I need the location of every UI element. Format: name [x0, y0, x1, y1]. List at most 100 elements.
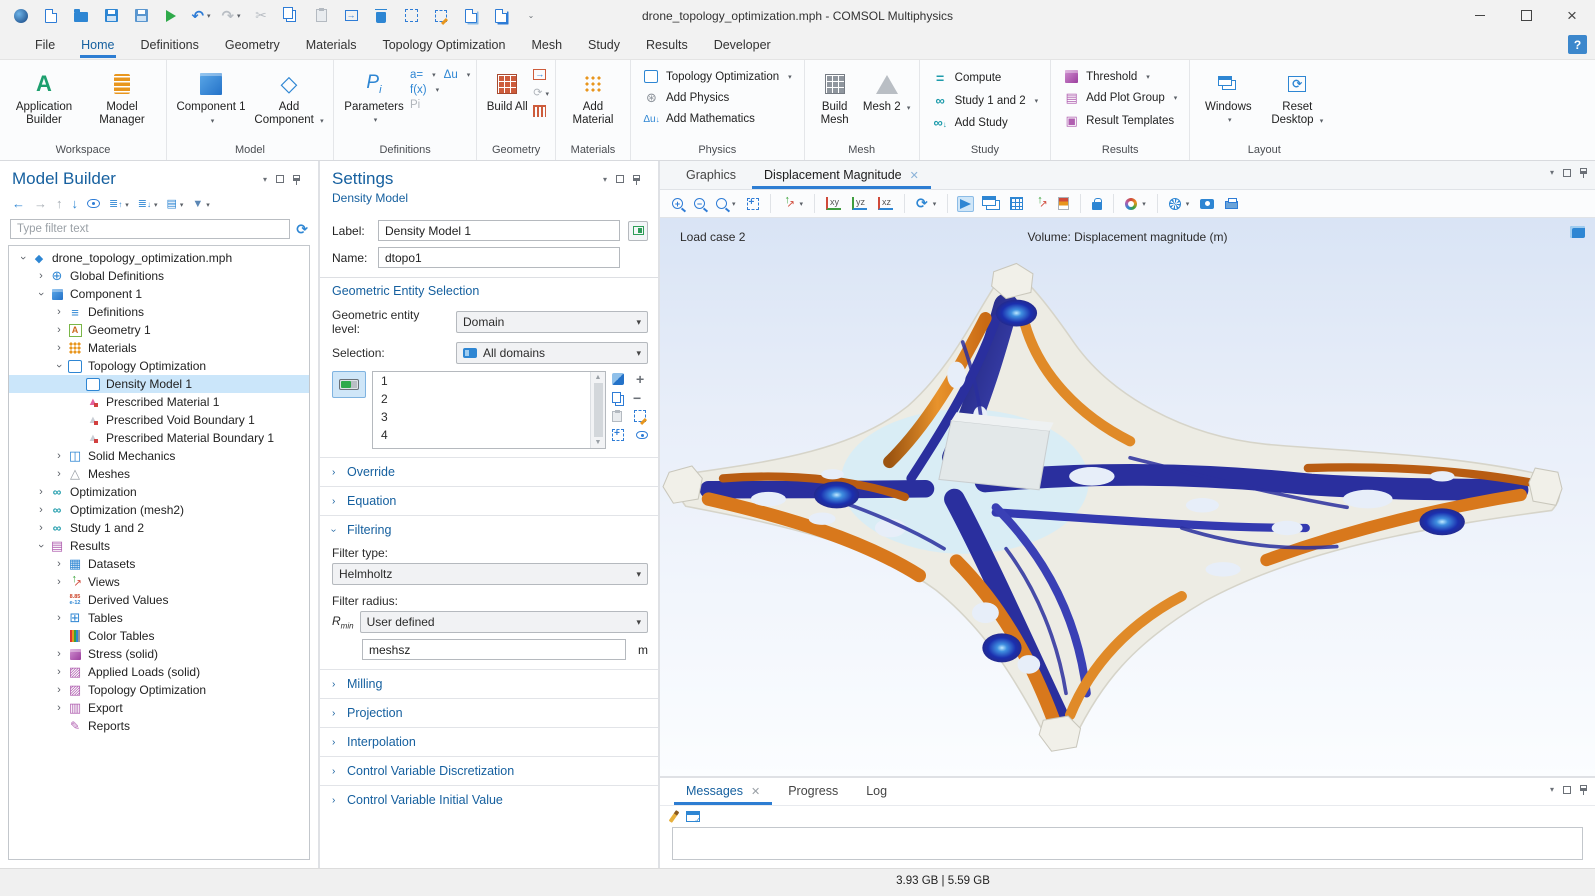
- section-equation[interactable]: Equation: [320, 486, 658, 515]
- menu-tab-study[interactable]: Study: [577, 33, 631, 58]
- reset-desktop-button[interactable]: ⟳ Reset Desktop ▾: [1262, 67, 1332, 132]
- tree-item[interactable]: Color Tables: [9, 627, 309, 645]
- tree-item[interactable]: ∞Study 1 and 2: [9, 519, 309, 537]
- view-xy-button[interactable]: xy: [824, 195, 843, 212]
- filter-type-select[interactable]: Helmholtz: [332, 563, 648, 585]
- add-mathematics-button[interactable]: Δu↓Add Mathematics: [637, 110, 761, 128]
- update-solution-button[interactable]: Δu▾: [444, 69, 471, 81]
- copy-button[interactable]: [278, 4, 304, 28]
- tree-item[interactable]: ⊞Tables: [9, 609, 309, 627]
- axis-indicator-button[interactable]: [1032, 195, 1049, 212]
- tree-item-selected[interactable]: Density Model 1: [9, 375, 309, 393]
- tree-item[interactable]: ▲Prescribed Material Boundary 1: [9, 429, 309, 447]
- section-filtering[interactable]: Filtering: [320, 515, 658, 544]
- tree-item[interactable]: ⊕Global Definitions: [9, 267, 309, 285]
- view-yz-button[interactable]: yz: [850, 195, 869, 212]
- menu-tab-file[interactable]: File: [24, 33, 66, 58]
- functions-button[interactable]: f(x)▾: [410, 84, 470, 96]
- rotate-button[interactable]: ⟳▾: [914, 193, 938, 214]
- variables-button[interactable]: a=▾: [410, 69, 436, 81]
- active-toggle-button[interactable]: [332, 371, 366, 398]
- view-xz-button[interactable]: xz: [876, 195, 895, 212]
- run-button[interactable]: [158, 4, 184, 28]
- domain-list-item[interactable]: 3: [381, 410, 582, 428]
- tree-item[interactable]: ▨Topology Optimization: [9, 681, 309, 699]
- model-tree-options-button[interactable]: ▤▾: [166, 197, 183, 210]
- geometry-insert-icon[interactable]: [533, 69, 546, 80]
- tab-displacement-magnitude[interactable]: Displacement Magnitude✕: [750, 162, 933, 189]
- snapshot-button[interactable]: [1198, 197, 1216, 211]
- graphics-pin-icon[interactable]: [1580, 168, 1587, 174]
- tab-graphics[interactable]: Graphics: [672, 162, 750, 189]
- domain-list-item[interactable]: 4: [381, 428, 582, 446]
- tree-item[interactable]: ◫Solid Mechanics: [9, 447, 309, 465]
- color-theme-button[interactable]: ▾: [1123, 196, 1148, 212]
- add-study-button[interactable]: ∞↓Add Study: [926, 112, 1014, 133]
- close-button[interactable]: [1549, 0, 1595, 31]
- section-override[interactable]: Override: [320, 457, 658, 486]
- menu-tab-developer[interactable]: Developer: [703, 33, 782, 58]
- tree-item[interactable]: ◆drone_topology_optimization.mph: [9, 249, 309, 267]
- tree-item[interactable]: ∞Optimization (mesh2): [9, 501, 309, 519]
- geometry-rebuild-button[interactable]: ⟳▾: [533, 86, 549, 99]
- model-builder-pin-icon[interactable]: [293, 175, 300, 181]
- tab-progress[interactable]: Progress: [774, 778, 852, 805]
- tree-item[interactable]: ▲Prescribed Void Boundary 1: [9, 411, 309, 429]
- tree-item[interactable]: AGeometry 1: [9, 321, 309, 339]
- clear-selection-button[interactable]: [428, 4, 454, 28]
- name-input[interactable]: [378, 247, 620, 268]
- expand-all-button[interactable]: ≣↑▾: [109, 197, 129, 210]
- select-button[interactable]: [398, 4, 424, 28]
- tree-item[interactable]: ≡Definitions: [9, 303, 309, 321]
- new-button[interactable]: [38, 4, 64, 28]
- label-input[interactable]: [378, 220, 620, 241]
- threshold-button[interactable]: Threshold▾: [1057, 67, 1156, 86]
- scene-light-button[interactable]: [957, 196, 974, 212]
- refresh-icon[interactable]: ⟳: [296, 221, 308, 238]
- filter-funnel-button[interactable]: ▼▾: [192, 198, 209, 210]
- menu-tab-topology-optimization[interactable]: Topology Optimization: [371, 33, 516, 58]
- color-legend-button[interactable]: [1056, 195, 1071, 212]
- messages-output[interactable]: [672, 827, 1583, 860]
- close-messages-tab-icon[interactable]: ✕: [751, 785, 760, 798]
- find-button[interactable]: [458, 4, 484, 28]
- section-milling[interactable]: Milling: [320, 669, 658, 698]
- domain-list-item[interactable]: 2: [381, 392, 582, 410]
- menu-tab-definitions[interactable]: Definitions: [130, 33, 210, 58]
- filter-radius-input[interactable]: [362, 639, 626, 660]
- compute-button[interactable]: =Compute: [926, 67, 1008, 89]
- domain-list-item[interactable]: 1: [381, 374, 582, 392]
- parameters-button[interactable]: Pi Parameters▾: [340, 67, 408, 131]
- section-projection[interactable]: Projection: [320, 698, 658, 727]
- tree-item[interactable]: Stress (solid): [9, 645, 309, 663]
- tab-messages[interactable]: Messages✕: [672, 778, 774, 805]
- section-control-variable-initial-value[interactable]: Control Variable Initial Value: [320, 785, 658, 814]
- menu-tab-materials[interactable]: Materials: [295, 33, 368, 58]
- model-manager-button[interactable]: Model Manager: [84, 67, 160, 131]
- toolbar-overflow-button[interactable]: ⌄: [518, 4, 544, 28]
- tree-item[interactable]: Materials: [9, 339, 309, 357]
- zoom-box-button[interactable]: ▾: [714, 196, 738, 211]
- tree-item[interactable]: ▦Datasets: [9, 555, 309, 573]
- transparency-button[interactable]: [981, 196, 1001, 211]
- section-interpolation[interactable]: Interpolation: [320, 727, 658, 756]
- remove-domain-icon[interactable]: −: [633, 393, 641, 403]
- cut-button[interactable]: ✂: [248, 4, 274, 28]
- preview-button[interactable]: [488, 4, 514, 28]
- messages-pin-icon[interactable]: [1580, 785, 1587, 791]
- print-button[interactable]: [1223, 196, 1240, 211]
- messages-menu-chevron-icon[interactable]: ▾: [1550, 785, 1554, 794]
- messages-float-icon[interactable]: [1563, 786, 1571, 794]
- paste-button[interactable]: [308, 4, 334, 28]
- back-icon[interactable]: ←: [12, 196, 25, 211]
- section-control-variable-discretization[interactable]: Control Variable Discretization: [320, 756, 658, 785]
- add-domain-icon[interactable]: +: [636, 374, 644, 384]
- build-all-button[interactable]: Build All: [483, 67, 531, 118]
- zoom-out-button[interactable]: −: [692, 196, 707, 211]
- windows-button[interactable]: Windows▾: [1196, 67, 1260, 131]
- zoom-in-button[interactable]: +: [670, 196, 685, 211]
- move-down-icon[interactable]: ↓: [72, 196, 79, 211]
- redo-button[interactable]: ↷▾: [218, 4, 244, 28]
- forward-icon[interactable]: →: [34, 196, 47, 211]
- tree-item[interactable]: Topology Optimization: [9, 357, 309, 375]
